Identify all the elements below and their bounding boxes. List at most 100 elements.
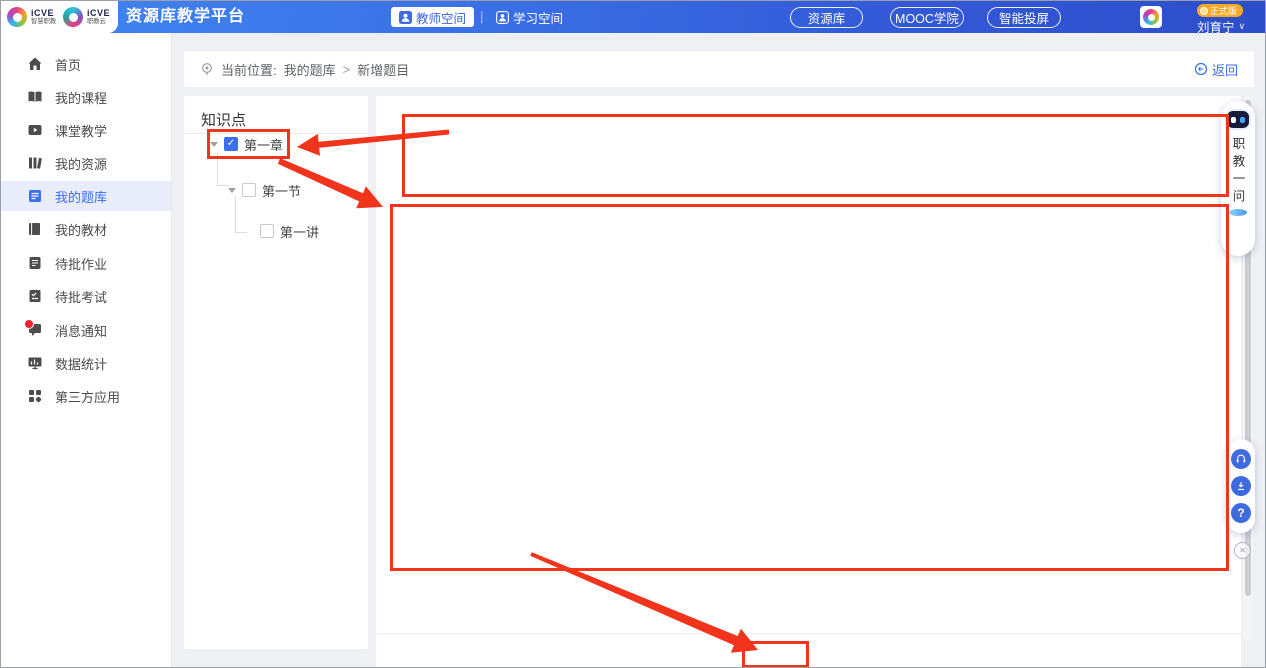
username: 刘育宁 (1197, 17, 1235, 36)
sidebar-item-third-party[interactable]: 第三方应用 (1, 381, 171, 411)
sidebar-item-label: 我的课程 (55, 88, 107, 107)
tree-node-label: 第一讲 (280, 222, 319, 241)
student-icon (496, 11, 509, 24)
smart-cast-button[interactable]: 智能投屏 (987, 7, 1061, 28)
tree-node-lecture1[interactable]: 第一讲 (260, 221, 319, 241)
back-icon (1194, 62, 1208, 76)
mooc-college-button[interactable]: MOOC学院 (890, 7, 964, 28)
knowledge-panel: 知识点 第一章 第一节 第一讲 (184, 96, 368, 649)
breadcrumb-current: 新增题目 (357, 60, 409, 79)
sidebar-item-label: 待批考试 (55, 287, 107, 306)
sidebar-item-textbooks[interactable]: 我的教材 (1, 214, 171, 244)
sidebar-item-courses[interactable]: 我的课程 (1, 82, 171, 112)
checkbox-checked-icon[interactable] (224, 137, 238, 151)
headset-icon (1235, 453, 1247, 465)
sidebar-item-home[interactable]: 首页 (1, 49, 171, 79)
version-badge-label: 正式版 (1210, 4, 1237, 17)
customer-service-button[interactable] (1231, 449, 1251, 469)
pill-label: MOOC学院 (895, 8, 959, 27)
exam-icon (27, 288, 43, 304)
sidebar: 首页 我的课程 课堂教学 我的资源 我的题库 我的教材 待批作业 待批考试 (1, 33, 172, 668)
checkbox-icon[interactable] (242, 183, 256, 197)
footer-divider (376, 633, 1241, 634)
close-float-menu-icon[interactable]: ✕ (1234, 542, 1251, 559)
sidebar-item-statistics[interactable]: 数据统计 (1, 348, 171, 378)
message-icon (27, 322, 43, 338)
tree-node-section1[interactable]: 第一节 (228, 180, 301, 200)
floating-help-menu: ? (1227, 439, 1255, 533)
help-button[interactable]: ? (1231, 503, 1251, 523)
tree-node-chapter1[interactable]: 第一章 (210, 134, 283, 154)
breadcrumb: 当前位置: 我的题库 > 新增题目 返回 (184, 51, 1254, 87)
resource-library-button[interactable]: 资源库 (790, 7, 863, 28)
sidebar-item-question-bank[interactable]: 我的题库 (1, 181, 171, 211)
back-button[interactable]: 返回 (1194, 60, 1238, 79)
tree-node-label: 第一节 (262, 181, 301, 200)
pill-label: 资源库 (808, 8, 846, 27)
sidebar-item-label: 我的资源 (55, 154, 107, 173)
medal-icon (1200, 7, 1208, 15)
logo-brand: iCVE (87, 9, 110, 18)
sidebar-item-label: 数据统计 (55, 354, 107, 373)
sidebar-item-label: 我的教材 (55, 220, 107, 239)
question-bank-icon (27, 188, 43, 204)
zjy-logo-text: iCVE 职教云 (87, 9, 110, 25)
breadcrumb-parent[interactable]: 我的题库 (284, 60, 336, 79)
home-icon (27, 56, 43, 72)
logo-sub: 智慧职教 (31, 18, 56, 24)
back-label: 返回 (1212, 60, 1238, 79)
avatar[interactable] (1140, 6, 1162, 28)
textbook-icon (27, 221, 43, 237)
question-mark-icon: ? (1237, 506, 1244, 520)
breadcrumb-separator: > (343, 62, 351, 77)
zjy-logo-icon (63, 7, 83, 27)
robot-icon (1225, 109, 1251, 130)
user-menu[interactable]: 刘育宁 ∨ (1197, 17, 1245, 36)
pill-label: 智能投屏 (999, 8, 1049, 27)
knowledge-title: 知识点 (201, 109, 246, 130)
sidebar-item-label: 首页 (55, 55, 81, 74)
tree-connector (235, 196, 247, 233)
icve-logo-icon (7, 7, 27, 27)
logo-brand: iCVE (31, 9, 59, 18)
student-space-tab[interactable]: 学习空间 (496, 7, 563, 27)
teacher-space-tab[interactable]: 教师空间 (391, 7, 474, 27)
sidebar-item-label: 消息通知 (55, 321, 107, 340)
logo-sub: 职教云 (87, 18, 108, 24)
sidebar-item-classroom[interactable]: 课堂教学 (1, 115, 171, 145)
sidebar-item-label: 我的题库 (55, 187, 107, 206)
assistant-label: 职教一问 (1229, 137, 1248, 207)
ai-assistant-widget[interactable]: 职教一问 (1221, 101, 1255, 256)
homework-icon (27, 255, 43, 271)
download-icon (1235, 480, 1247, 492)
notification-badge (24, 319, 34, 329)
teacher-space-label: 教师空间 (416, 8, 466, 27)
video-icon (27, 122, 43, 138)
tree-node-label: 第一章 (244, 135, 283, 154)
statistics-icon (27, 355, 43, 371)
sidebar-item-label: 课堂教学 (55, 121, 107, 140)
sidebar-item-notifications[interactable]: 消息通知 (1, 315, 171, 345)
sidebar-item-homework[interactable]: 待批作业 (1, 248, 171, 278)
app-title: 资源库教学平台 (126, 1, 245, 33)
student-space-label: 学习空间 (513, 8, 563, 27)
sidebar-item-resources[interactable]: 我的资源 (1, 148, 171, 178)
top-header: iCVE 智慧职教 iCVE 职教云 资源库教学平台 教师空间 | 学习空间 资… (1, 1, 1266, 33)
book-icon (27, 89, 43, 105)
version-badge: 正式版 (1197, 4, 1243, 17)
wave-decoration (1229, 209, 1247, 216)
icve-logo-text: iCVE 智慧职教 (31, 9, 59, 25)
sidebar-item-label: 第三方应用 (55, 387, 120, 406)
tree-caret-icon[interactable] (210, 142, 218, 147)
tree-caret-icon[interactable] (228, 188, 236, 193)
app-window: iCVE 智慧职教 iCVE 职教云 资源库教学平台 教师空间 | 学习空间 资… (0, 0, 1266, 668)
nav-separator: | (480, 7, 483, 27)
chevron-down-icon: ∨ (1239, 21, 1246, 32)
checkbox-icon[interactable] (260, 224, 274, 238)
teacher-icon (399, 11, 412, 24)
sidebar-item-label: 待批作业 (55, 254, 107, 273)
logo-area: iCVE 智慧职教 iCVE 职教云 (1, 1, 118, 33)
apps-icon (27, 388, 43, 404)
sidebar-item-exams[interactable]: 待批考试 (1, 281, 171, 311)
download-button[interactable] (1231, 476, 1251, 496)
